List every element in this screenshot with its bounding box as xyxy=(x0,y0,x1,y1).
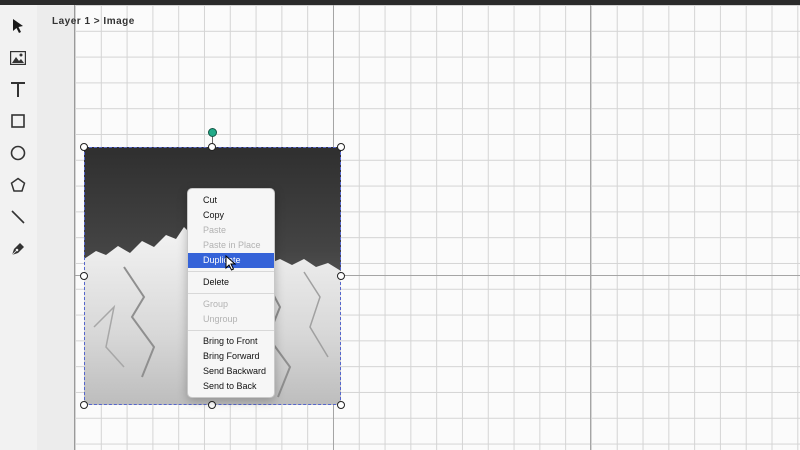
menu-item-group: Group xyxy=(203,299,229,309)
resize-handle-top-left[interactable] xyxy=(80,143,88,151)
ellipse-tool[interactable] xyxy=(3,139,33,167)
resize-handle-bottom-right[interactable] xyxy=(337,401,345,409)
menu-separator xyxy=(188,330,274,331)
menu-item-bring-to-front[interactable]: Bring to Front xyxy=(188,334,274,349)
menu-item-cut[interactable]: Cut xyxy=(188,193,274,208)
menu-item-send-backward[interactable]: Send Backward xyxy=(188,364,274,379)
tool-palette xyxy=(0,5,38,450)
line-tool[interactable] xyxy=(3,203,33,231)
line-icon xyxy=(11,210,25,224)
resize-handle-top[interactable] xyxy=(208,143,216,151)
ruler-strip xyxy=(37,5,75,450)
select-tool[interactable] xyxy=(3,12,33,40)
rotation-handle[interactable] xyxy=(208,128,217,137)
grid-guide-vertical xyxy=(590,5,591,450)
pen-nib-icon xyxy=(11,243,24,256)
context-menu: Cut Copy Paste Paste in Place Duplicate … xyxy=(187,188,275,398)
menu-item-duplicate[interactable]: Duplicate xyxy=(188,253,274,268)
menu-item-paste: Paste xyxy=(203,225,227,235)
menu-item-ungroup: Ungroup xyxy=(203,314,238,324)
menu-item-send-to-back[interactable]: Send to Back xyxy=(188,379,274,394)
menu-separator xyxy=(188,293,274,294)
menu-item-bring-forward[interactable]: Bring Forward xyxy=(188,349,274,364)
text-t-icon xyxy=(11,81,25,97)
text-tool[interactable] xyxy=(3,75,33,103)
arrow-pointer-icon xyxy=(13,19,23,33)
resize-handle-bottom-left[interactable] xyxy=(80,401,88,409)
resize-handle-left[interactable] xyxy=(80,272,88,280)
menu-item-copy[interactable]: Copy xyxy=(188,208,274,223)
image-tool[interactable] xyxy=(3,44,33,72)
polygon-tool[interactable] xyxy=(3,171,33,199)
pentagon-icon xyxy=(10,177,26,192)
breadcrumb: Layer 1 > Image xyxy=(52,16,135,27)
image-icon xyxy=(10,51,26,65)
square-icon xyxy=(11,114,25,128)
circle-icon xyxy=(10,145,26,161)
resize-handle-top-right[interactable] xyxy=(337,143,345,151)
menu-item-delete[interactable]: Delete xyxy=(188,275,274,290)
canvas-border xyxy=(74,5,75,450)
resize-handle-right[interactable] xyxy=(337,272,345,280)
rectangle-tool[interactable] xyxy=(3,107,33,135)
menu-separator xyxy=(188,271,274,272)
pen-tool[interactable] xyxy=(3,235,33,263)
resize-handle-bottom[interactable] xyxy=(208,401,216,409)
menu-item-paste-in-place: Paste in Place xyxy=(203,240,261,250)
